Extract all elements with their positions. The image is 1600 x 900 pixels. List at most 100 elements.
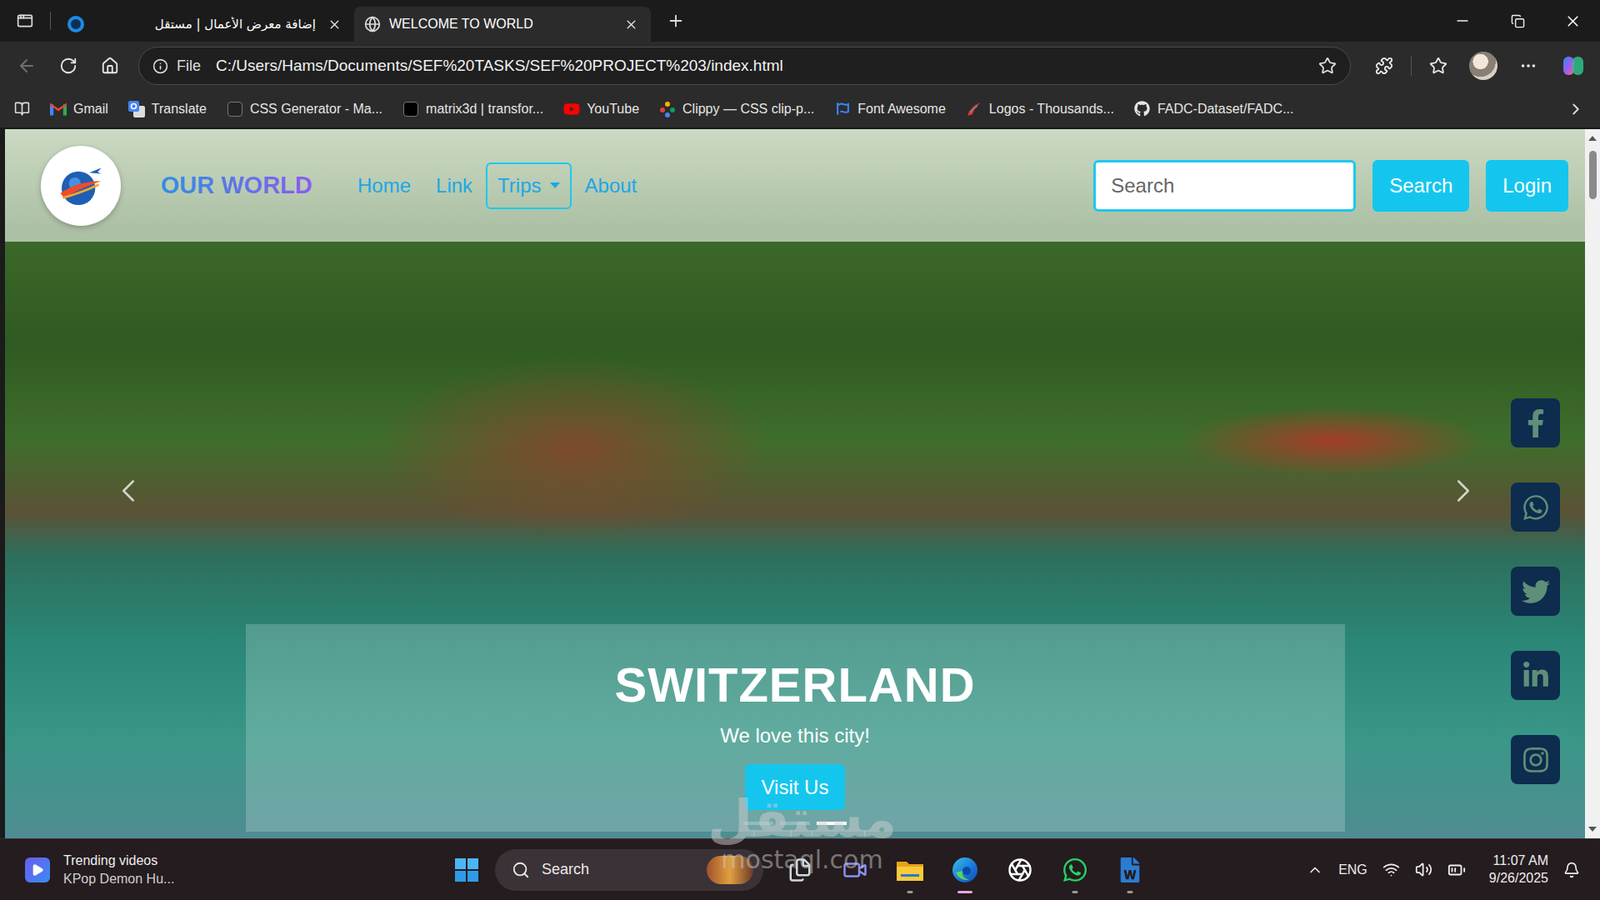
new-tab-button[interactable] <box>659 4 693 38</box>
taskbar-app[interactable] <box>886 843 934 897</box>
back-button[interactable] <box>8 47 45 85</box>
site-logo[interactable] <box>40 145 121 226</box>
social-link[interactable] <box>1510 566 1560 616</box>
nav-link[interactable]: Trips <box>485 162 571 210</box>
chevron-left-icon <box>109 471 148 510</box>
battery-icon[interactable] <box>1447 860 1466 880</box>
whatsapp-icon <box>1061 856 1089 884</box>
social-link[interactable] <box>1510 650 1560 700</box>
visit-us-button[interactable]: Visit Us <box>745 764 846 810</box>
bookmark-item[interactable]: CSS Generator - Ma... <box>226 100 383 118</box>
taskbar-app[interactable] <box>1106 843 1154 897</box>
carousel-indicator[interactable] <box>780 821 810 825</box>
profile-avatar-icon <box>1469 51 1498 80</box>
favorites-button[interactable] <box>1420 47 1457 85</box>
css-generator-icon <box>227 101 243 117</box>
nav-link[interactable]: About <box>573 162 650 210</box>
play-icon <box>30 863 45 877</box>
profile-button[interactable] <box>1465 47 1502 85</box>
language-indicator[interactable]: ENG <box>1338 862 1368 878</box>
nav-link-label: Home <box>357 174 411 198</box>
tab-actions-button[interactable] <box>6 4 44 38</box>
site-search-input[interactable] <box>1093 160 1356 212</box>
favorites-icon <box>1429 56 1448 75</box>
tab-close-button[interactable] <box>324 14 345 35</box>
minimize-button[interactable] <box>1435 0 1490 42</box>
bookmark-item[interactable]: Gmail <box>50 100 109 118</box>
favorite-star-icon[interactable] <box>1318 56 1337 75</box>
address-bar[interactable]: FileC:/Users/Hams/Documents/SEF%20TASKS/… <box>138 46 1351 85</box>
facebook-icon <box>1521 409 1550 438</box>
wifi-icon[interactable] <box>1382 860 1400 879</box>
bookmark-item[interactable]: matrix3d | transfor... <box>402 100 544 118</box>
home-button[interactable] <box>91 47 129 85</box>
refresh-button[interactable] <box>50 47 87 85</box>
bookmark-item[interactable]: Font Awesome <box>834 100 946 118</box>
edge-icon <box>950 855 980 885</box>
clock-time: 11:07 AM <box>1493 852 1549 870</box>
widget-video-icon <box>25 857 50 883</box>
copilot-icon[interactable] <box>1560 53 1586 79</box>
browser-tab[interactable]: إضافة معرض الأعمال | مستقل <box>57 6 355 42</box>
whatsapp-icon <box>1521 493 1550 522</box>
nav-link[interactable]: Home <box>345 162 423 210</box>
bookmark-label: Clippy — CSS clip-p... <box>682 101 815 117</box>
scroll-up-icon[interactable] <box>1588 135 1597 141</box>
carousel-indicator[interactable] <box>816 821 847 825</box>
start-button[interactable] <box>446 850 487 890</box>
taskbar-app[interactable] <box>1051 843 1099 897</box>
tab-close-button[interactable] <box>620 14 641 35</box>
site-search-button[interactable]: Search <box>1372 160 1470 212</box>
scroll-thumb[interactable] <box>1589 150 1597 200</box>
extensions-icon <box>1375 56 1394 75</box>
clock[interactable]: 11:07 AM9/26/2025 <box>1489 852 1549 888</box>
browser-toolbar: FileC:/Users/Hams/Documents/SEF%20TASKS/… <box>0 41 1600 90</box>
login-button[interactable]: Login <box>1485 160 1569 212</box>
hidden-icons-icon[interactable] <box>1306 861 1324 879</box>
copilot-button[interactable] <box>1555 47 1592 85</box>
nav-link[interactable]: Link <box>424 162 485 210</box>
notification-bell-icon[interactable] <box>1563 861 1580 879</box>
close-icon <box>1564 12 1582 30</box>
carousel-prev-button[interactable] <box>108 469 149 513</box>
social-link[interactable] <box>1510 398 1560 448</box>
scroll-down-icon[interactable] <box>1588 826 1597 832</box>
bookmark-item[interactable]: YouTube <box>563 100 640 118</box>
site-brand[interactable]: OUR WORLD <box>160 171 313 200</box>
home-icon <box>100 56 120 75</box>
carousel-indicator[interactable] <box>743 821 774 825</box>
taskbar-app[interactable] <box>996 843 1044 897</box>
social-link[interactable] <box>1510 482 1560 532</box>
toolbar-right <box>1365 47 1592 85</box>
volume-icon[interactable] <box>1415 860 1433 879</box>
bookmark-item[interactable]: Translate <box>128 100 207 118</box>
taskbar-app[interactable] <box>776 843 824 897</box>
bookmark-label: YouTube <box>586 101 640 117</box>
taskbar-app[interactable] <box>831 843 879 897</box>
bookmark-item[interactable]: FADC-Dataset/FADC... <box>1134 100 1295 118</box>
more-bookmarks-button[interactable] <box>1563 96 1589 122</box>
info-icon <box>152 58 169 75</box>
nav-link-label: Link <box>435 174 473 198</box>
carousel-indicators <box>743 821 847 825</box>
tab-title: WELCOME TO WORLD <box>389 16 613 32</box>
more-button[interactable] <box>1510 47 1547 85</box>
running-indicator <box>1127 890 1134 894</box>
extensions-button[interactable] <box>1365 47 1403 85</box>
page-scrollbar[interactable] <box>1585 129 1600 839</box>
reading-list-button[interactable] <box>13 100 30 118</box>
carousel-next-button[interactable] <box>1443 469 1484 513</box>
social-link[interactable] <box>1510 735 1560 785</box>
restore-button[interactable] <box>1490 0 1545 42</box>
taskbar-app[interactable] <box>941 843 989 897</box>
taskbar-search[interactable]: Search <box>495 849 764 891</box>
bookmark-item[interactable]: Logos - Thousands... <box>965 100 1115 118</box>
bookmark-item[interactable]: Clippy — CSS clip-p... <box>659 100 815 118</box>
news-widget[interactable]: Trending videosKPop Demon Hu... <box>0 852 447 888</box>
scroll-track <box>1585 140 1600 827</box>
twitter-icon <box>1521 577 1550 606</box>
close-window-button[interactable] <box>1545 0 1600 42</box>
running-indicator <box>957 890 973 894</box>
bookmark-favicon <box>965 100 983 118</box>
browser-tab[interactable]: WELCOME TO WORLD <box>354 6 651 42</box>
